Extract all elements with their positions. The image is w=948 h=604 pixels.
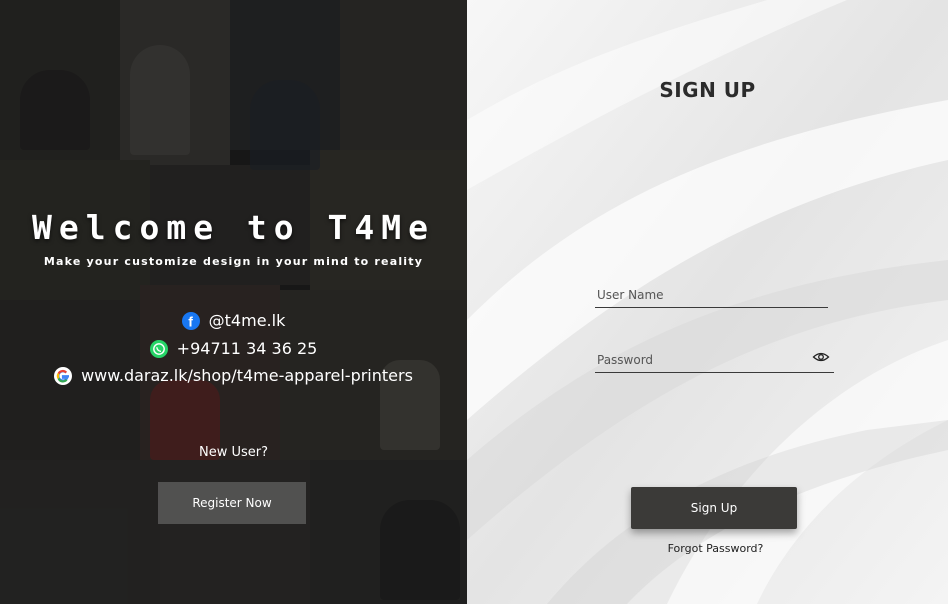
password-field xyxy=(595,351,834,373)
username-input[interactable] xyxy=(595,288,828,307)
facebook-icon: f xyxy=(181,311,200,330)
register-now-button[interactable]: Register Now xyxy=(158,482,306,524)
signup-title: SIGN UP xyxy=(659,78,756,102)
forgot-password-link[interactable]: Forgot Password? xyxy=(467,542,948,555)
whatsapp-icon xyxy=(149,339,168,358)
facebook-contact[interactable]: f @t4me.lk xyxy=(0,311,467,330)
tagline: Make your customize design in your mind … xyxy=(43,255,424,268)
facebook-handle: @t4me.lk xyxy=(208,311,286,330)
website-contact[interactable]: www.daraz.lk/shop/t4me-apparel-printers xyxy=(0,366,467,385)
signup-panel: SIGN UP Sign Up Forgot Password? xyxy=(467,0,948,604)
username-field xyxy=(595,286,828,308)
website-link: www.daraz.lk/shop/t4me-apparel-printers xyxy=(81,366,413,385)
welcome-panel: Welcome to T4Me Make your customize desi… xyxy=(0,0,467,604)
signup-button[interactable]: Sign Up xyxy=(631,487,797,529)
google-icon xyxy=(54,366,73,385)
password-input[interactable] xyxy=(595,353,834,372)
whatsapp-number: +94711 34 36 25 xyxy=(176,339,318,358)
whatsapp-contact[interactable]: +94711 34 36 25 xyxy=(0,339,467,358)
new-user-label: New User? xyxy=(198,445,269,460)
eye-icon[interactable] xyxy=(812,349,830,365)
svg-text:f: f xyxy=(188,313,193,329)
welcome-title: Welcome to T4Me xyxy=(31,208,435,247)
